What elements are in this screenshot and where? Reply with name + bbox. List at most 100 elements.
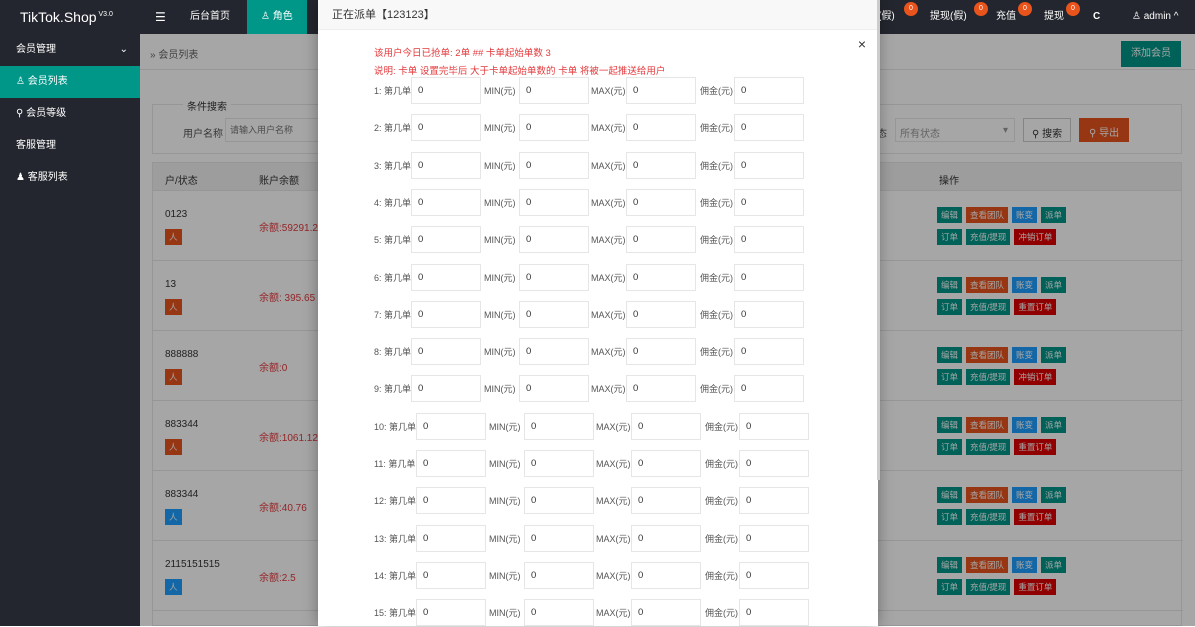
close-icon[interactable]: × bbox=[858, 36, 866, 52]
dispatch-button[interactable]: 派单 bbox=[1041, 277, 1067, 293]
balance-change-button[interactable]: 账变 bbox=[1012, 557, 1038, 573]
nav-fake-recharge[interactable]: (假) 0 bbox=[878, 0, 918, 34]
orders-button[interactable]: 订单 bbox=[937, 229, 963, 245]
recharge-withdraw-button[interactable]: 充值/提现 bbox=[966, 439, 1011, 455]
commission-input[interactable]: 0 bbox=[739, 524, 809, 552]
status-select[interactable]: 所有状态 ▾ bbox=[895, 118, 1015, 142]
order-number-input[interactable]: 0 bbox=[411, 300, 481, 328]
balance-change-button[interactable]: 账变 bbox=[1012, 487, 1038, 503]
refresh-icon[interactable]: C bbox=[1093, 0, 1100, 34]
max-input[interactable]: 0 bbox=[631, 599, 701, 627]
min-input[interactable]: 0 bbox=[519, 375, 589, 403]
sidebar-item-service-management[interactable]: 客服管理 bbox=[0, 130, 140, 162]
recharge-withdraw-button[interactable]: 充值/提现 bbox=[966, 299, 1011, 315]
order-number-input[interactable]: 0 bbox=[411, 226, 481, 254]
commission-input[interactable]: 0 bbox=[734, 263, 804, 291]
min-input[interactable]: 0 bbox=[524, 450, 594, 477]
view-team-button[interactable]: 查看团队 bbox=[966, 347, 1009, 363]
view-team-button[interactable]: 查看团队 bbox=[966, 417, 1009, 433]
min-input[interactable]: 0 bbox=[519, 226, 589, 254]
commission-input[interactable]: 0 bbox=[734, 188, 804, 216]
max-input[interactable]: 0 bbox=[626, 151, 696, 179]
orders-button[interactable]: 订单 bbox=[937, 439, 963, 455]
orders-button[interactable]: 订单 bbox=[937, 299, 963, 315]
view-team-button[interactable]: 查看团队 bbox=[966, 487, 1009, 503]
order-number-input[interactable]: 0 bbox=[411, 188, 481, 216]
max-input[interactable]: 0 bbox=[626, 114, 696, 142]
min-input[interactable]: 0 bbox=[519, 300, 589, 328]
order-number-input[interactable]: 0 bbox=[416, 561, 486, 589]
edit-button[interactable]: 编辑 bbox=[937, 417, 963, 433]
min-input[interactable]: 0 bbox=[524, 561, 594, 589]
commission-input[interactable]: 0 bbox=[734, 300, 804, 328]
order-reset-button[interactable]: 冲销订单 bbox=[1014, 369, 1057, 385]
balance-change-button[interactable]: 账变 bbox=[1012, 417, 1038, 433]
min-input[interactable]: 0 bbox=[524, 599, 594, 627]
commission-input[interactable]: 0 bbox=[739, 599, 809, 627]
add-member-button[interactable]: 添加会员 bbox=[1121, 41, 1181, 67]
menu-toggle-icon[interactable]: ☰ bbox=[145, 0, 176, 34]
edit-button[interactable]: 编辑 bbox=[937, 557, 963, 573]
order-number-input[interactable]: 0 bbox=[416, 412, 486, 440]
dispatch-button[interactable]: 派单 bbox=[1041, 557, 1067, 573]
min-input[interactable]: 0 bbox=[519, 151, 589, 179]
order-number-input[interactable]: 0 bbox=[411, 77, 481, 104]
search-button[interactable]: ⚲ 搜索 bbox=[1023, 118, 1072, 142]
edit-button[interactable]: 编辑 bbox=[937, 347, 963, 363]
order-reset-button[interactable]: 重置订单 bbox=[1014, 579, 1057, 595]
balance-change-button[interactable]: 账变 bbox=[1012, 347, 1038, 363]
commission-input[interactable]: 0 bbox=[734, 338, 804, 366]
orders-button[interactable]: 订单 bbox=[937, 579, 963, 595]
commission-input[interactable]: 0 bbox=[739, 487, 809, 515]
recharge-withdraw-button[interactable]: 充值/提现 bbox=[966, 509, 1011, 525]
commission-input[interactable]: 0 bbox=[739, 450, 809, 477]
order-reset-button[interactable]: 冲销订单 bbox=[1014, 229, 1057, 245]
nav-withdraw[interactable]: 提现 0 bbox=[1044, 0, 1080, 34]
max-input[interactable]: 0 bbox=[626, 338, 696, 366]
orders-button[interactable]: 订单 bbox=[937, 509, 963, 525]
recharge-withdraw-button[interactable]: 充值/提现 bbox=[966, 229, 1011, 245]
max-input[interactable]: 0 bbox=[631, 561, 701, 589]
order-reset-button[interactable]: 重置订单 bbox=[1014, 299, 1057, 315]
max-input[interactable]: 0 bbox=[631, 412, 701, 440]
min-input[interactable]: 0 bbox=[524, 487, 594, 515]
orders-button[interactable]: 订单 bbox=[937, 369, 963, 385]
order-number-input[interactable]: 0 bbox=[416, 487, 486, 515]
nav-role[interactable]: ♙ 角色 bbox=[247, 0, 307, 34]
balance-change-button[interactable]: 账变 bbox=[1012, 207, 1038, 223]
view-team-button[interactable]: 查看团队 bbox=[966, 277, 1009, 293]
dispatch-button[interactable]: 派单 bbox=[1041, 347, 1067, 363]
min-input[interactable]: 0 bbox=[519, 188, 589, 216]
max-input[interactable]: 0 bbox=[626, 375, 696, 403]
sidebar-item-member-management[interactable]: 会员管理 ⌄ bbox=[0, 34, 140, 66]
min-input[interactable]: 0 bbox=[519, 114, 589, 142]
view-team-button[interactable]: 查看团队 bbox=[966, 557, 1009, 573]
max-input[interactable]: 0 bbox=[631, 450, 701, 477]
max-input[interactable]: 0 bbox=[631, 524, 701, 552]
dispatch-button[interactable]: 派单 bbox=[1041, 487, 1067, 503]
commission-input[interactable]: 0 bbox=[734, 114, 804, 142]
order-number-input[interactable]: 0 bbox=[416, 524, 486, 552]
order-number-input[interactable]: 0 bbox=[416, 450, 486, 477]
commission-input[interactable]: 0 bbox=[734, 77, 804, 104]
dispatch-button[interactable]: 派单 bbox=[1041, 207, 1067, 223]
dispatch-button[interactable]: 派单 bbox=[1041, 417, 1067, 433]
min-input[interactable]: 0 bbox=[524, 412, 594, 440]
min-input[interactable]: 0 bbox=[519, 77, 589, 104]
max-input[interactable]: 0 bbox=[626, 188, 696, 216]
export-button[interactable]: ⚲ 导出 bbox=[1079, 118, 1130, 142]
min-input[interactable]: 0 bbox=[519, 263, 589, 291]
edit-button[interactable]: 编辑 bbox=[937, 277, 963, 293]
order-number-input[interactable]: 0 bbox=[416, 599, 486, 627]
balance-change-button[interactable]: 账变 bbox=[1012, 277, 1038, 293]
edit-button[interactable]: 编辑 bbox=[937, 487, 963, 503]
max-input[interactable]: 0 bbox=[626, 300, 696, 328]
order-number-input[interactable]: 0 bbox=[411, 263, 481, 291]
order-reset-button[interactable]: 重置订单 bbox=[1014, 509, 1057, 525]
max-input[interactable]: 0 bbox=[626, 226, 696, 254]
order-number-input[interactable]: 0 bbox=[411, 114, 481, 142]
max-input[interactable]: 0 bbox=[631, 487, 701, 515]
view-team-button[interactable]: 查看团队 bbox=[966, 207, 1009, 223]
order-number-input[interactable]: 0 bbox=[411, 151, 481, 179]
order-number-input[interactable]: 0 bbox=[411, 338, 481, 366]
